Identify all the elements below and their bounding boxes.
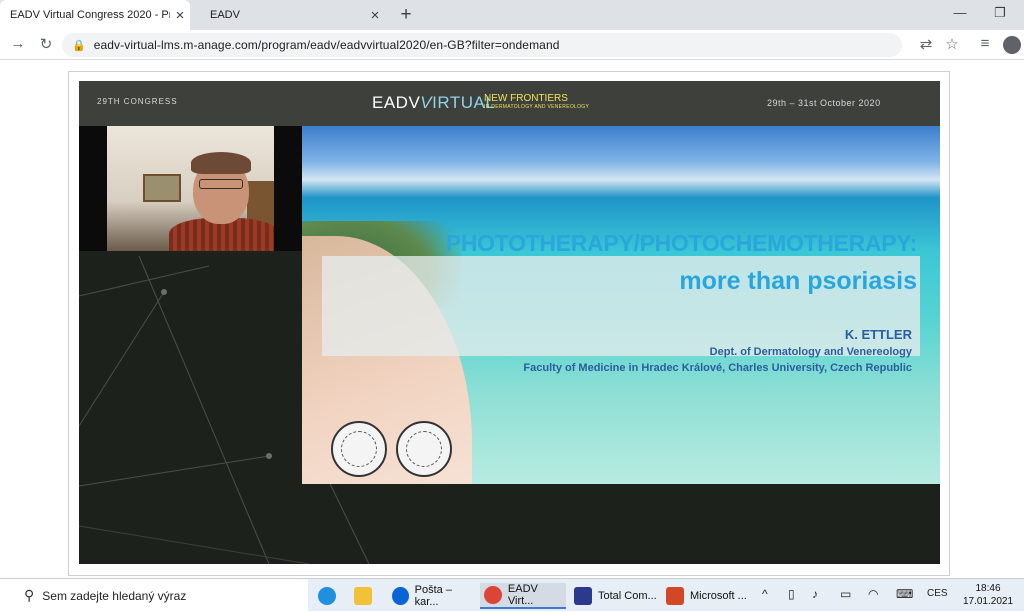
forward-arrow-icon[interactable]: → <box>8 35 28 52</box>
address-bar[interactable]: 🔒 eadv-virtual-lms.m-anage.com/program/e… <box>62 33 902 57</box>
taskbar-app-microsoft[interactable]: Microsoft ... <box>664 583 748 609</box>
tray-device-icon[interactable]: ▯ <box>788 587 795 601</box>
tab-title: EADV Virtual Congress 2020 - Pr <box>10 9 170 21</box>
language-indicator[interactable]: CES <box>927 588 948 599</box>
close-tab-icon[interactable]: × <box>170 7 190 24</box>
wifi-icon[interactable]: ◠ <box>868 587 878 601</box>
eadv-virtual-logo: EADVVIRTUAL <box>372 93 496 112</box>
taskbar-search[interactable]: ⚲ Sem zadejte hledaný výraz <box>0 579 308 612</box>
bookmark-star-icon[interactable]: ☆ <box>942 35 962 53</box>
tray-chevron-up-icon[interactable]: ^ <box>762 587 768 601</box>
system-clock[interactable]: 18:46 17.01.2021 <box>956 582 1020 608</box>
edge-icon <box>392 587 409 605</box>
beach-background-image <box>302 126 940 484</box>
slide-department: Dept. of Dermatology and Venereology <box>709 346 912 358</box>
taskbar-app-mail[interactable]: Pošta – kar... <box>390 583 474 609</box>
lock-icon: 🔒 <box>72 39 86 52</box>
slide-title-line2: more than psoriasis <box>679 267 917 295</box>
tab-eadv-virtual-congress[interactable]: EADV Virtual Congress 2020 - Pr × <box>0 0 190 30</box>
close-tab-icon[interactable]: × <box>365 7 385 24</box>
congress-label: 29TH CONGRESS <box>97 97 178 106</box>
translate-icon[interactable]: ⇄ <box>916 35 936 53</box>
taskbar-app-total-commander[interactable]: Total Com... <box>572 583 658 609</box>
tab-eadv[interactable]: EADV × <box>200 0 385 30</box>
speaker-webcam <box>107 126 274 251</box>
reading-list-icon[interactable]: ≡ <box>975 35 995 52</box>
search-placeholder: Sem zadejte hledaný výraz <box>42 588 187 603</box>
powerpoint-icon <box>666 587 684 605</box>
total-commander-icon <box>574 587 592 605</box>
webcam-letterbox-right <box>274 126 302 251</box>
chrome-icon <box>484 586 502 604</box>
tab-title: EADV <box>210 9 240 21</box>
university-seal-icon <box>331 421 387 477</box>
file-explorer-icon[interactable] <box>354 583 378 609</box>
restore-icon[interactable]: ❐ <box>990 5 1010 21</box>
internet-explorer-icon[interactable] <box>318 583 342 609</box>
browser-toolbar: → ↻ 🔒 eadv-virtual-lms.m-anage.com/progr… <box>0 30 1024 60</box>
reload-icon[interactable]: ↻ <box>36 35 56 53</box>
slide-author: K. ETTLER <box>844 327 912 342</box>
faculty-seal-icon <box>396 421 452 477</box>
presentation-slide[interactable]: 29TH CONGRESS EADVVIRTUAL NEW FRONTIERS … <box>79 81 940 564</box>
windows-taskbar: ⚲ Sem zadejte hledaný výraz Pošta – kar.… <box>0 578 1024 612</box>
taskbar-app-chrome[interactable]: EADV Virt... <box>480 583 566 609</box>
congress-dates: 29th – 31st October 2020 <box>767 98 881 108</box>
webcam-letterbox-left <box>79 126 107 251</box>
slide-faculty: Faculty of Medicine in Hradec Králové, C… <box>523 362 912 374</box>
profile-avatar[interactable] <box>1003 36 1021 54</box>
speaker-hair <box>191 152 251 174</box>
battery-icon[interactable]: ▭ <box>840 587 851 601</box>
speaker-glasses <box>199 179 243 189</box>
wall-picture <box>143 174 181 202</box>
slide-title-line1: PHOTOTHERAPY/PHOTOCHEMOTHERAPY: <box>445 230 917 256</box>
minimize-icon[interactable]: — <box>950 5 970 20</box>
search-icon: ⚲ <box>24 587 35 603</box>
new-tab-icon[interactable]: + <box>396 4 416 26</box>
browser-tab-bar: EADV Virtual Congress 2020 - Pr × EADV ×… <box>0 0 1024 30</box>
slide-header: 29TH CONGRESS EADVVIRTUAL NEW FRONTIERS … <box>79 81 940 126</box>
new-frontiers-logo: NEW FRONTIERS IN DERMATOLOGY AND VENEREO… <box>484 93 590 111</box>
volume-icon[interactable]: ♪ <box>812 587 818 601</box>
keyboard-icon[interactable]: ⌨ <box>896 587 913 601</box>
url-text: eadv-virtual-lms.m-anage.com/program/ead… <box>93 38 560 52</box>
